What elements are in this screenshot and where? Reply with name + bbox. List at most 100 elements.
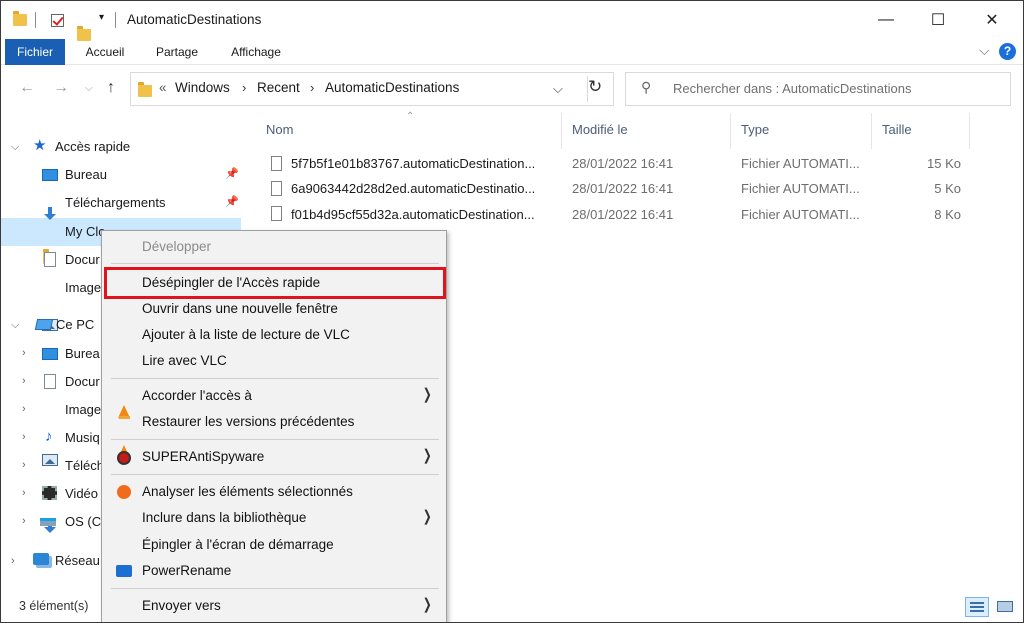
expand-chevron-icon[interactable]: ⌵ — [11, 141, 19, 154]
tab-affichage[interactable]: Affichage — [223, 39, 289, 65]
tab-partage[interactable]: Partage — [147, 39, 207, 65]
column-header-name[interactable]: Nom — [266, 122, 293, 137]
quick-access-toolbar — [13, 11, 27, 29]
menu-separator — [111, 474, 439, 475]
menu-separator — [111, 263, 439, 264]
properties-icon[interactable] — [51, 14, 64, 27]
chevron-right-icon[interactable]: › — [22, 487, 26, 499]
chevron-right-icon[interactable]: › — [11, 555, 15, 567]
nav-quick-access[interactable]: Accès rapide — [55, 136, 130, 158]
file-icon — [271, 156, 282, 171]
file-icon — [271, 181, 282, 196]
nav-telechargements[interactable]: Téléchargements — [65, 192, 165, 214]
search-placeholder: Rechercher dans : AutomaticDestinations — [673, 81, 912, 96]
chevron-right-icon[interactable]: › — [22, 515, 26, 527]
column-divider[interactable] — [730, 113, 731, 149]
menu-item-inclure-bibliotheque[interactable]: Inclure dans la bibliothèque — [142, 510, 306, 525]
chevron-right-icon[interactable]: › — [22, 375, 26, 387]
minimize-button[interactable]: — — [863, 1, 909, 39]
column-header-size[interactable]: Taille — [882, 122, 912, 137]
column-header-modified[interactable]: Modifié le — [572, 122, 628, 137]
ribbon-expand-icon[interactable]: ⌵ — [979, 42, 990, 59]
recent-locations-dropdown[interactable]: ⌵ — [85, 83, 93, 94]
file-modified: 28/01/2022 16:41 — [572, 181, 674, 196]
back-button[interactable]: ← — [19, 79, 35, 97]
nav-pc-musique[interactable]: Musiq — [65, 427, 100, 449]
pictures-icon — [42, 454, 58, 466]
menu-item-restaurer-versions[interactable]: Restaurer les versions précédentes — [142, 414, 354, 429]
large-icons-view-button[interactable] — [993, 597, 1017, 617]
music-icon: ♪ — [45, 428, 53, 445]
menu-item-lire-vlc[interactable]: Lire avec VLC — [142, 353, 227, 368]
breadcrumb-automaticdestinations[interactable]: AutomaticDestinations — [325, 80, 459, 95]
up-button[interactable]: ↑ — [107, 79, 115, 97]
file-type: Fichier AUTOMATI... — [741, 207, 860, 222]
file-name[interactable]: 5f7b5f1e01b83767.automaticDestination... — [291, 154, 535, 174]
breadcrumb-overflow[interactable]: « — [159, 80, 167, 95]
menu-item-ouvrir-nouvelle-fenetre[interactable]: Ouvrir dans une nouvelle fenêtre — [142, 301, 338, 316]
expand-chevron-icon[interactable]: ⌵ — [11, 319, 19, 332]
file-icon — [271, 206, 282, 221]
title-bar: ▾ AutomaticDestinations — ☐ ✕ — [1, 1, 1023, 41]
nav-ce-pc[interactable]: Ce PC — [56, 314, 94, 336]
search-icon: ⚲ — [641, 79, 652, 95]
file-modified: 28/01/2022 16:41 — [572, 156, 674, 171]
drive-icon — [40, 518, 56, 526]
customize-toolbar-dropdown[interactable]: ▾ — [99, 12, 104, 23]
nav-pc-telechargements[interactable]: Téléch — [65, 455, 104, 477]
star-icon: ★ — [33, 137, 47, 154]
menu-item-accorder-acces[interactable]: Accorder l'accès à — [142, 388, 252, 403]
column-divider[interactable] — [969, 113, 970, 149]
nav-pc-os-drive[interactable]: OS (C: — [65, 511, 105, 533]
nav-images[interactable]: Image — [65, 277, 101, 299]
menu-item-desepingler[interactable]: Désépingler de l'Accès rapide — [142, 275, 320, 290]
nav-pc-videos[interactable]: Vidéo — [65, 483, 98, 505]
chevron-right-icon[interactable]: › — [22, 347, 26, 359]
desktop-icon — [42, 348, 58, 360]
refresh-button[interactable]: ↻ — [588, 77, 602, 97]
column-divider[interactable] — [561, 113, 562, 149]
menu-separator — [111, 439, 439, 440]
explorer-window: ▾ AutomaticDestinations — ☐ ✕ Fichier Ac… — [0, 0, 1024, 623]
menu-item-envoyer-vers[interactable]: Envoyer vers — [142, 598, 221, 613]
breadcrumb-separator: › — [310, 80, 315, 95]
forward-button[interactable]: → — [53, 79, 69, 97]
tab-accueil[interactable]: Accueil — [75, 39, 135, 65]
nav-pc-bureau[interactable]: Burea — [65, 343, 100, 365]
pin-icon: 📌 — [225, 196, 239, 208]
file-name[interactable]: 6a9063442d28d2ed.automaticDestinatio... — [291, 179, 535, 199]
pin-icon: 📌 — [225, 168, 239, 180]
menu-separator — [111, 378, 439, 379]
nav-my-cloud[interactable]: My Clo — [65, 221, 105, 243]
computer-icon — [34, 319, 54, 330]
details-view-button[interactable] — [965, 597, 989, 617]
menu-item-analyser[interactable]: Analyser les éléments sélectionnés — [142, 484, 353, 499]
chevron-right-icon[interactable]: › — [22, 403, 26, 415]
close-button[interactable]: ✕ — [969, 1, 1015, 39]
menu-item-ajouter-vlc[interactable]: Ajouter à la liste de lecture de VLC — [142, 327, 350, 342]
nav-documents[interactable]: Docur — [65, 249, 100, 271]
document-icon — [44, 374, 56, 389]
nav-pc-images[interactable]: Image — [65, 399, 101, 421]
menu-item-developper[interactable]: Développer — [142, 239, 211, 254]
nav-pc-documents[interactable]: Docur — [65, 371, 100, 393]
column-divider[interactable] — [871, 113, 872, 149]
divider — [35, 12, 36, 28]
chevron-right-icon[interactable]: › — [22, 459, 26, 471]
nav-reseau[interactable]: Réseau — [55, 550, 100, 572]
nav-bureau[interactable]: Bureau — [65, 164, 107, 186]
breadcrumb-windows[interactable]: Windows — [175, 80, 230, 95]
menu-item-powerrename[interactable]: PowerRename — [142, 563, 231, 578]
breadcrumb-recent[interactable]: Recent — [257, 80, 300, 95]
column-header-type[interactable]: Type — [741, 122, 769, 137]
file-size: 15 Ko — [927, 156, 961, 171]
menu-item-superantispyware[interactable]: SUPERAntiSpyware — [142, 449, 264, 464]
chevron-right-icon[interactable]: › — [22, 431, 26, 443]
maximize-button[interactable]: ☐ — [915, 1, 961, 39]
menu-item-epingler-demarrage[interactable]: Épingler à l'écran de démarrage — [142, 537, 334, 552]
help-icon[interactable]: ? — [999, 43, 1016, 60]
file-name[interactable]: f01b4d95cf55d32a.automaticDestination... — [291, 205, 535, 225]
address-dropdown-button[interactable]: ⌵ — [553, 81, 563, 97]
menu-separator — [111, 588, 439, 589]
tab-fichier[interactable]: Fichier — [5, 39, 65, 65]
